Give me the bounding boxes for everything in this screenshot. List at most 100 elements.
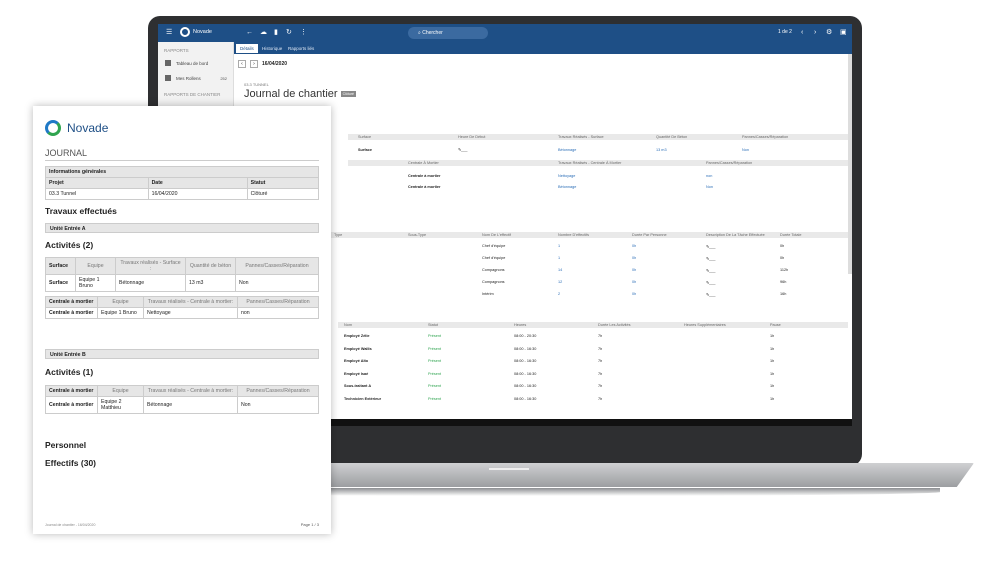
table4-cell-nom[interactable]: Employé Zélie xyxy=(344,334,370,338)
info-date: 16/04/2020 xyxy=(147,188,248,200)
centrale-b-cell-travaux: Bétonnage xyxy=(143,396,238,414)
gear-icon[interactable]: ⚙ xyxy=(826,29,832,37)
table4-cell-nom[interactable]: Employé Alto xyxy=(344,359,368,363)
table4-col-duree: Durée Les Activités xyxy=(598,323,631,327)
table2-row1-travaux[interactable]: Nettoyage xyxy=(558,174,575,178)
table1-pannes[interactable]: Non xyxy=(742,148,749,152)
table3-cell-nombre[interactable]: 1 xyxy=(558,256,560,260)
scrollbar[interactable] xyxy=(848,54,852,274)
tab-rapports-lies[interactable]: Rapports liés xyxy=(284,44,318,53)
table2-row2-pannes[interactable]: Non xyxy=(706,185,713,189)
unit-a-bar: Unité Entrée A xyxy=(45,223,319,233)
surface-col-equipe: Equipe xyxy=(75,257,116,275)
sidebar-count-badge: 252 xyxy=(220,76,227,81)
table3-cell-total: 96h xyxy=(780,280,787,284)
info-col-statut: Statut xyxy=(246,177,320,189)
table4-col-statut: Statut xyxy=(428,323,438,327)
scene: ☰ Novade ← ☁ ▮ ↻ ⋮ ⌕ Chercher 1 de 2 ‹ ›… xyxy=(0,0,1001,568)
menu-icon[interactable]: ☰ xyxy=(166,29,172,37)
table2-row1-pannes[interactable]: non xyxy=(706,174,712,178)
table4-cell-duree: 7h xyxy=(598,371,603,376)
table4-cell-heures: 08:00 - 16:30 xyxy=(514,384,537,388)
tab-bar: Détails Historique Rapports liés xyxy=(234,42,852,54)
sidebar-item-label: Mes Rollens xyxy=(176,76,201,81)
info-col-date: Date xyxy=(147,177,248,189)
search-input[interactable]: ⌕ Chercher xyxy=(408,27,488,39)
pager-text: 1 de 2 xyxy=(778,29,792,35)
table4-cell-pause: 1h xyxy=(770,359,775,363)
table4-cell-nom[interactable]: Employé Isaé xyxy=(344,372,368,376)
table4-col-heures-sup: Heures Supplémentaires xyxy=(684,323,726,327)
effectifs-title: Effectifs (30) xyxy=(45,458,97,468)
calendar-icon[interactable]: ▣ xyxy=(840,29,847,37)
pencil-icon[interactable]: ✎___ xyxy=(706,244,716,249)
pencil-icon[interactable]: ✎___ xyxy=(458,147,468,152)
surface-table: Surface Equipe Travaux réalisés - Surfac… xyxy=(45,257,319,292)
surface-cell-surface: Surface xyxy=(45,274,76,292)
table3-col-nombre: Nombre D'effectifs xyxy=(558,233,590,237)
table3-cell-nombre[interactable]: 12 xyxy=(558,280,562,284)
centrale-a-cell-centrale: Centrale à mortier xyxy=(45,307,98,319)
refresh-icon[interactable]: ↻ xyxy=(286,29,292,37)
table3-cell-duree[interactable]: 0h xyxy=(632,292,636,296)
date-prev-button[interactable]: ‹ xyxy=(238,60,246,68)
sidebar-item-mes-rollens[interactable]: Mes Rollens 252 xyxy=(158,71,233,86)
app-logo[interactable]: Novade xyxy=(180,27,212,37)
date-next-button[interactable]: › xyxy=(250,60,258,68)
centrale-b-col-centrale: Centrale à mortier xyxy=(45,385,98,397)
novade-logo-icon xyxy=(180,27,190,37)
pencil-icon[interactable]: ✎___ xyxy=(706,280,716,285)
pencil-icon[interactable]: ✎___ xyxy=(706,256,716,261)
pencil-icon[interactable]: ✎___ xyxy=(706,268,716,273)
table3-cell-nombre[interactable]: 1 xyxy=(558,244,560,248)
pencil-icon[interactable]: ✎___ xyxy=(706,292,716,297)
centrale-a-cell-equipe: Equipe 1 Bruno xyxy=(97,307,144,319)
date-value: 16/04/2020 xyxy=(262,61,288,67)
table1-quantite[interactable]: 13 m3 xyxy=(656,148,667,152)
trash-icon[interactable]: ▮ xyxy=(274,29,278,37)
sidebar-section-chantier: RAPPORTS DE CHANTIER xyxy=(164,92,221,97)
table4-cell-duree: 7h xyxy=(598,384,603,388)
back-arrow-icon[interactable]: ← xyxy=(246,29,253,37)
table3-cell-nombre[interactable]: 2 xyxy=(558,292,560,296)
centrale-a-cell-travaux: Nettoyage xyxy=(143,307,238,319)
centrale-b-cell-equipe: Equipe 2 Matthieu xyxy=(97,396,144,414)
table4-cell-pause: 1h xyxy=(770,346,775,351)
tab-historique[interactable]: Historique xyxy=(258,44,286,53)
table3-col-nom: Nom De L'effectif xyxy=(482,233,511,237)
surface-col-surface: Surface xyxy=(45,257,76,275)
table3-cell-duree[interactable]: 0h xyxy=(632,268,636,272)
sidebar-item-dashboard[interactable]: Tableau de bord xyxy=(158,56,233,71)
table4-cell-nom[interactable]: Technicien Extérieur xyxy=(344,397,381,401)
table4-col-heures: Heures xyxy=(514,323,527,327)
centrale-b-col-pannes: Pannes/Casses/Réparation xyxy=(237,385,319,397)
table4-cell-statut: Présent xyxy=(428,384,442,388)
table2-row2-travaux[interactable]: Bétonnage xyxy=(558,185,576,189)
tab-details[interactable]: Détails xyxy=(236,44,258,53)
play-icon xyxy=(165,75,171,81)
centrale-table-b: Centrale à mortier Equipe Travaux réalis… xyxy=(45,385,319,414)
table4-cell-nom[interactable]: Employé Wallis xyxy=(344,347,372,351)
table3-cell-duree[interactable]: 0h xyxy=(632,244,636,248)
chevron-right-icon[interactable]: › xyxy=(814,29,816,37)
sidebar-section-rapports: RAPPORTS xyxy=(164,48,189,53)
table3-col-duree: Durée Par Personne xyxy=(632,233,667,237)
table1-travaux[interactable]: Bétonnage xyxy=(558,148,576,152)
centrale-a-cell-pannes: non xyxy=(237,307,319,319)
table4-cell-duree: 7h xyxy=(598,396,603,401)
table3-cell-duree[interactable]: 0h xyxy=(632,280,636,284)
table3-cell-duree[interactable]: 0h xyxy=(632,256,636,260)
cloud-upload-icon[interactable]: ☁ xyxy=(260,29,267,37)
table2-col-pannes: Pannes/Casses/Réparation xyxy=(706,161,753,165)
table1-surface: Surface xyxy=(358,148,372,152)
report-logo: Novade xyxy=(45,120,108,136)
more-vertical-icon[interactable]: ⋮ xyxy=(300,29,307,37)
table3-col-type: Type xyxy=(334,233,343,237)
base-groove xyxy=(489,468,529,470)
table3-cell-total: 16h xyxy=(780,292,787,296)
table1-col-surface: Surface xyxy=(358,135,372,139)
table3-col-total: Durée Totale xyxy=(780,233,802,237)
table4-cell-nom[interactable]: Sous-traitant A xyxy=(344,384,371,388)
table3-cell-nombre[interactable]: 14 xyxy=(558,268,562,272)
chevron-left-icon[interactable]: ‹ xyxy=(801,29,803,37)
